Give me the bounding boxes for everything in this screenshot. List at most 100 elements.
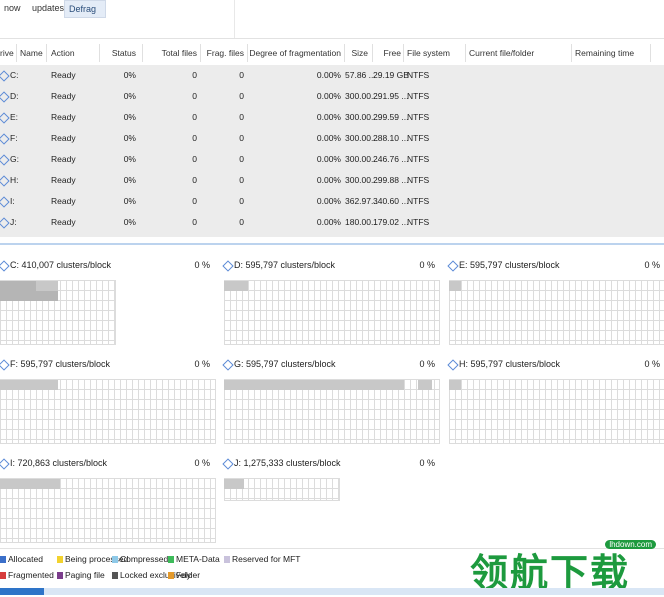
- cell-frag-files: 0: [239, 217, 244, 227]
- allocated-blocks: [449, 380, 461, 390]
- cell-free: 299.88 ...: [373, 175, 409, 185]
- cell-frag-files: 0: [239, 70, 244, 80]
- legend-paging-file: Paging file: [57, 568, 105, 582]
- col-frag-files[interactable]: Frag. files: [201, 41, 244, 65]
- allocated-blocks: [418, 380, 432, 390]
- legend-fragmented: Fragmented: [0, 568, 54, 582]
- drive-map-label: E: 595,797 clusters/block: [447, 258, 560, 272]
- cluster-map[interactable]: [224, 379, 440, 444]
- table-row[interactable]: D: Ready 0% 0 0 0.00% 300.00... 291.95 ... NTFS: [0, 86, 664, 107]
- col-file-system[interactable]: File system: [407, 41, 450, 65]
- table-row[interactable]: J: Ready 0% 0 0 0.00% 180.00... 179.02 ... NTFS: [0, 212, 664, 233]
- col-size[interactable]: Size: [345, 41, 368, 65]
- locked-swatch-icon: [112, 572, 118, 580]
- table-row[interactable]: E: Ready 0% 0 0 0.00% 300.00... 299.59 ... NTFS: [0, 107, 664, 128]
- drive-table: rive Name Action Status Total files Frag…: [0, 41, 664, 237]
- col-remaining-time[interactable]: Remaining time: [575, 41, 634, 65]
- table-header: rive Name Action Status Total files Frag…: [0, 41, 664, 66]
- cell-free: 179.02 ...: [373, 217, 409, 227]
- col-total-files[interactable]: Total files: [143, 41, 197, 65]
- cell-drive: J:: [0, 212, 18, 233]
- cell-degree: 0.00%: [316, 154, 341, 164]
- folder-swatch-icon: [168, 572, 174, 580]
- cell-file-system: NTFS: [407, 70, 430, 80]
- drive-map-percent: 0 %: [419, 359, 435, 369]
- cell-total-files: 0: [192, 217, 197, 227]
- cluster-map[interactable]: [0, 478, 216, 543]
- cell-total-files: 0: [192, 112, 197, 122]
- drive-icon: [222, 358, 234, 371]
- drive-map-percent: 0 %: [644, 260, 660, 270]
- cell-total-files: 0: [192, 91, 197, 101]
- allocated-blocks: [0, 291, 58, 301]
- drive-map-percent: 0 %: [194, 458, 210, 468]
- cluster-map[interactable]: [0, 280, 116, 345]
- col-name[interactable]: Name: [20, 41, 43, 65]
- bottom-tab-bar: [0, 588, 664, 595]
- cell-file-system: NTFS: [407, 91, 430, 101]
- tab-now[interactable]: now: [0, 0, 25, 16]
- drive-icon: [447, 259, 459, 272]
- being-processed-swatch-icon: [57, 556, 63, 564]
- col-drive[interactable]: rive: [0, 41, 14, 65]
- cell-free: 340.60 ...: [373, 196, 409, 206]
- cell-status: 0%: [123, 154, 136, 164]
- watermark-logo: 领航下载 lhdown.com: [470, 538, 658, 595]
- cell-action: Ready: [51, 133, 76, 143]
- allocated-blocks: [36, 281, 58, 291]
- allocated-swatch-icon: [0, 556, 6, 564]
- cell-status: 0%: [123, 70, 136, 80]
- cell-degree: 0.00%: [316, 217, 341, 227]
- cell-frag-files: 0: [239, 154, 244, 164]
- drive-icon: [222, 457, 234, 470]
- cell-total-files: 0: [192, 154, 197, 164]
- table-row[interactable]: F: Ready 0% 0 0 0.00% 300.00... 288.10 ... NTFS: [0, 128, 664, 149]
- cell-file-system: NTFS: [407, 196, 430, 206]
- cell-status: 0%: [123, 133, 136, 143]
- tab-defrag[interactable]: Defrag: [64, 0, 106, 18]
- table-row[interactable]: I: Ready 0% 0 0 0.00% 362.97... 340.60 ... NTFS: [0, 191, 664, 212]
- panel-separator: [0, 243, 664, 245]
- drive-icon: [222, 259, 234, 272]
- drive-icon: [0, 358, 10, 371]
- compressed-swatch-icon: [112, 556, 118, 564]
- cluster-map[interactable]: [449, 379, 664, 444]
- cell-action: Ready: [51, 112, 76, 122]
- drive-icon: [0, 112, 10, 124]
- col-action[interactable]: Action: [51, 41, 75, 65]
- fragmented-swatch-icon: [0, 572, 6, 580]
- cell-size: 300.00...: [345, 91, 379, 101]
- cell-degree: 0.00%: [316, 91, 341, 101]
- reserved-mft-swatch-icon: [224, 556, 230, 564]
- drive-icon: [0, 91, 10, 103]
- cell-drive: I:: [0, 191, 18, 212]
- cell-free: 29.19 GB: [373, 70, 409, 80]
- legend-folder: Folder: [168, 568, 200, 582]
- table-row[interactable]: G: Ready 0% 0 0 0.00% 300.00... 246.76 ... NTFS: [0, 149, 664, 170]
- col-status[interactable]: Status: [100, 41, 136, 65]
- col-degree[interactable]: Degree of fragmentation: [248, 41, 341, 65]
- cluster-map[interactable]: [224, 478, 340, 501]
- paging-file-swatch-icon: [57, 572, 63, 580]
- table-row[interactable]: H: Ready 0% 0 0 0.00% 300.00... 299.88 ... NTFS: [0, 170, 664, 191]
- legend-meta-data: META-Data: [168, 552, 220, 566]
- drive-map-label: D: 595,797 clusters/block: [222, 258, 335, 272]
- cell-size: 300.00...: [345, 175, 379, 185]
- drive-icon: [0, 70, 10, 82]
- col-free[interactable]: Free: [373, 41, 401, 65]
- cell-file-system: NTFS: [407, 154, 430, 164]
- cell-file-system: NTFS: [407, 133, 430, 143]
- table-row[interactable]: C: Ready 0% 0 0 0.00% 57.86 ... 29.19 GB NTFS: [0, 65, 664, 86]
- cell-action: Ready: [51, 217, 76, 227]
- cluster-map[interactable]: [449, 280, 664, 345]
- cell-degree: 0.00%: [316, 112, 341, 122]
- cell-status: 0%: [123, 112, 136, 122]
- cell-action: Ready: [51, 175, 76, 185]
- cluster-map[interactable]: [224, 280, 440, 345]
- cell-frag-files: 0: [239, 112, 244, 122]
- allocated-blocks: [0, 281, 36, 291]
- col-current-file[interactable]: Current file/folder: [469, 41, 534, 65]
- cell-free: 291.95 ...: [373, 91, 409, 101]
- bottom-tab-active[interactable]: [0, 588, 44, 595]
- cluster-map[interactable]: [0, 379, 216, 444]
